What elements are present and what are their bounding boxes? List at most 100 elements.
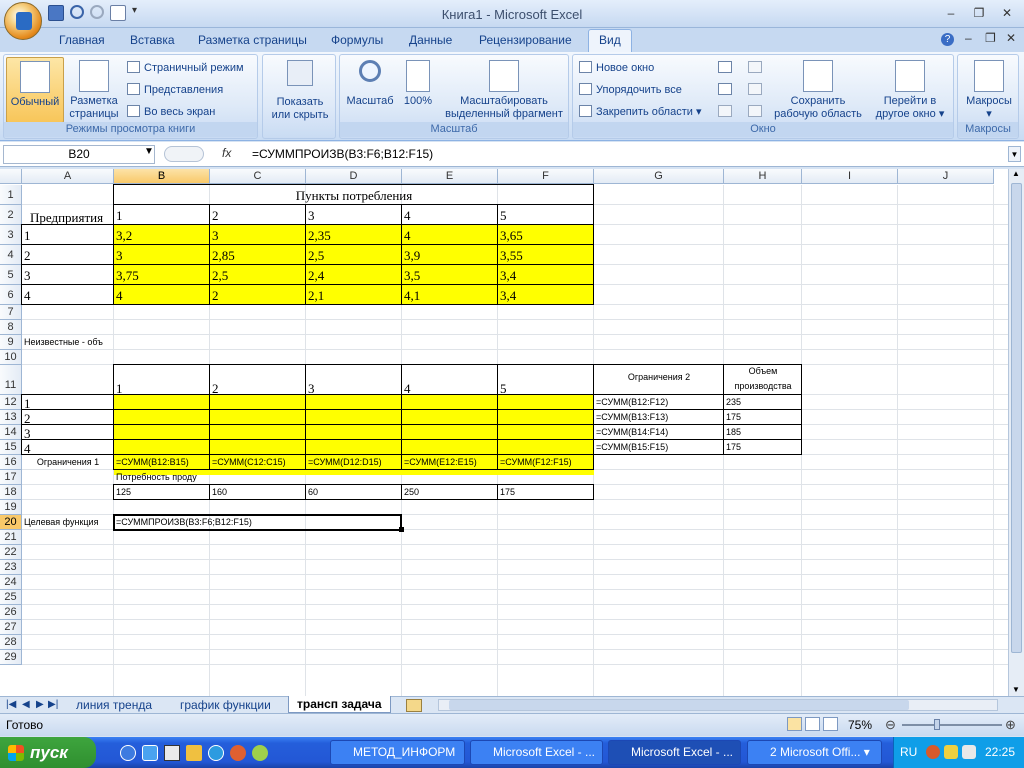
app-icon[interactable] (230, 745, 246, 761)
cell-e6[interactable]: 4,1 (404, 285, 420, 305)
tab-view[interactable]: Вид (588, 29, 632, 52)
cell-e5[interactable]: 3,5 (404, 265, 420, 285)
column-header-c[interactable]: C (210, 169, 306, 184)
row-header-1[interactable]: 1 (0, 185, 22, 205)
zoom-slider[interactable] (902, 724, 1002, 726)
cell-c5[interactable]: 2,5 (212, 265, 228, 285)
scroll-down-icon[interactable]: ▼ (1012, 685, 1020, 694)
cell-d2[interactable]: 3 (308, 205, 315, 225)
vertical-scrollbar[interactable]: ▲ ▼ (1008, 169, 1024, 696)
cell-c3[interactable]: 3 (212, 225, 219, 245)
switch-windows-button[interactable]: Перейти в другое окно ▾ (867, 60, 953, 121)
page-break-status-icon[interactable] (823, 717, 838, 731)
taskbar-excel-2[interactable]: Microsoft Excel - ... (608, 740, 741, 765)
vertical-scroll-thumb[interactable] (1011, 183, 1022, 653)
cell-b6[interactable]: 4 (116, 285, 123, 305)
row-header-4[interactable]: 4 (0, 245, 22, 265)
zoom-slider-thumb[interactable] (934, 719, 940, 730)
taskbar-folder[interactable]: МЕТОД_ИНФОРМ (330, 740, 465, 765)
expand-formula-bar-icon[interactable]: ▼ (1008, 146, 1021, 162)
cell-h11b[interactable]: производства (724, 379, 802, 394)
cell-h11a[interactable]: Объем (724, 364, 802, 379)
spreadsheet-grid[interactable]: A B C D E F G H I J 1 2 3 4 5 6 7 8 9 10 11 12 13 14 15 16 17 18 19 2… (0, 169, 1008, 696)
cell-e2[interactable]: 4 (404, 205, 411, 225)
cell-e16[interactable]: =СУММ(E12:E15) (404, 455, 477, 470)
cell-c6[interactable]: 2 (212, 285, 219, 305)
cell-b16[interactable]: =СУММ(B12:B15) (116, 455, 189, 470)
row-header-6[interactable]: 6 (0, 285, 22, 305)
page-break-view-button[interactable]: Страничный режим (127, 59, 244, 77)
cell-b4[interactable]: 3 (116, 245, 123, 265)
sheet-tab-transport[interactable]: трансп задача (288, 696, 391, 713)
reset-position-icon[interactable] (748, 105, 762, 117)
cell-c4[interactable]: 2,85 (212, 245, 235, 265)
row-header-21[interactable]: 21 (0, 530, 22, 545)
sheet-nav-next-icon[interactable]: ▶ (36, 697, 44, 713)
cell-a9[interactable]: Неизвестные - объ (24, 335, 103, 350)
desktop-icon[interactable] (164, 745, 180, 761)
insert-sheet-icon[interactable] (406, 699, 422, 712)
side-by-side-icon[interactable] (748, 61, 762, 73)
restore-button[interactable]: ❐ (966, 4, 992, 22)
cell-f2[interactable]: 5 (500, 205, 507, 225)
show-hide-button[interactable]: Показать или скрыть (265, 60, 335, 122)
sync-scroll-icon[interactable] (748, 83, 762, 95)
cell-c11[interactable]: 2 (212, 373, 219, 396)
fill-handle[interactable] (399, 527, 404, 532)
help-icon[interactable]: ? (941, 33, 954, 46)
row-header-9[interactable]: 9 (0, 335, 22, 350)
horizontal-scrollbar[interactable] (438, 699, 998, 711)
column-header-f[interactable]: F (498, 169, 594, 184)
row-header-28[interactable]: 28 (0, 635, 22, 650)
cell-b18[interactable]: 125 (116, 485, 131, 500)
row-header-16[interactable]: 16 (0, 455, 22, 470)
column-header-h[interactable]: H (724, 169, 802, 184)
formula-cancel-enter-icon[interactable] (164, 146, 204, 162)
cell-h12[interactable]: 235 (726, 395, 741, 410)
office-button[interactable] (4, 2, 42, 40)
cell-h15[interactable]: 175 (726, 440, 741, 455)
column-header-g[interactable]: G (594, 169, 724, 184)
arrange-all-button[interactable]: Упорядочить все (579, 81, 682, 99)
workbook-close-button[interactable]: ✕ (1006, 31, 1016, 45)
tab-data[interactable]: Данные (409, 33, 452, 47)
sheet-nav-prev-icon[interactable]: ◀ (22, 697, 30, 713)
row-header-25[interactable]: 25 (0, 590, 22, 605)
cell-a3[interactable]: 1 (24, 225, 31, 245)
tab-home[interactable]: Главная (59, 33, 105, 47)
cell-b3[interactable]: 3,2 (116, 225, 132, 245)
normal-view-button[interactable]: Обычный (6, 57, 64, 123)
row-header-24[interactable]: 24 (0, 575, 22, 590)
sheet-tab-function-graph[interactable]: график функции (180, 697, 271, 713)
row-header-17[interactable]: 17 (0, 470, 22, 485)
cell-b17[interactable]: Потребность проду (116, 470, 197, 485)
custom-views-button[interactable]: Представления (127, 81, 223, 99)
ribbon-minimize-button[interactable]: – (965, 31, 972, 45)
cell-g14[interactable]: =СУММ(B14:F14) (596, 425, 668, 440)
macros-button[interactable]: Макросы ▾ (960, 60, 1018, 121)
row-header-22[interactable]: 22 (0, 545, 22, 560)
cell-d4[interactable]: 2,5 (308, 245, 324, 265)
row-header-8[interactable]: 8 (0, 320, 22, 335)
page-layout-button[interactable]: Разметка страницы (66, 60, 122, 121)
tab-review[interactable]: Рецензирование (479, 33, 572, 47)
column-header-j[interactable]: J (898, 169, 994, 184)
row-header-12[interactable]: 12 (0, 395, 22, 410)
cell-h13[interactable]: 175 (726, 410, 741, 425)
column-header-d[interactable]: D (306, 169, 402, 184)
zoom-level[interactable]: 75% (848, 718, 872, 732)
media-player-icon[interactable] (208, 745, 224, 761)
row-header-3[interactable]: 3 (0, 225, 22, 245)
zoom-in-icon[interactable]: ⊕ (1005, 717, 1016, 733)
zoom-100-button[interactable]: 100% (398, 60, 438, 108)
new-window-button[interactable]: Новое окно (579, 59, 654, 77)
page-layout-status-icon[interactable] (805, 717, 820, 731)
taskbar-office-group[interactable]: 2 Microsoft Offi... ▾ (747, 740, 882, 765)
row-header-20[interactable]: 20 (0, 515, 22, 530)
cell-a6[interactable]: 4 (24, 285, 31, 305)
insert-function-button[interactable]: fx (222, 146, 231, 160)
select-all-corner[interactable] (0, 169, 22, 184)
horizontal-scroll-thumb[interactable] (449, 700, 909, 710)
tray-volume-icon[interactable] (962, 745, 976, 759)
cell-c18[interactable]: 160 (212, 485, 227, 500)
